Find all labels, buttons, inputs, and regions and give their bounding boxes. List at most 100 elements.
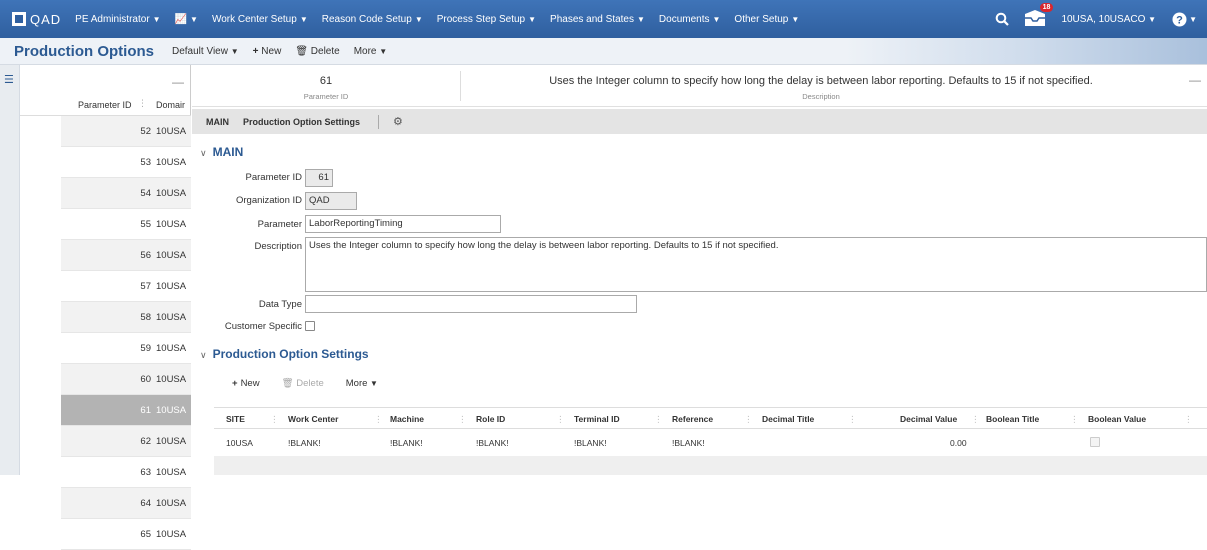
column-header-parameter-id[interactable]: Parameter ID	[78, 100, 132, 110]
more-menu[interactable]: More ▼	[354, 46, 388, 57]
menu-other-setup[interactable]: Other Setup ▼	[734, 14, 799, 25]
settings-delete-button[interactable]: 🗑 Delete	[282, 378, 324, 389]
column-header-site[interactable]: SITE	[226, 414, 245, 424]
row-domain: 10USA	[156, 374, 187, 385]
row-parameter-id: 62	[140, 436, 151, 447]
settings-more-menu[interactable]: More ▼	[346, 378, 378, 389]
list-row[interactable]: 57 10USA	[61, 271, 191, 302]
column-menu-icon[interactable]: ⋮	[971, 414, 980, 425]
list-row[interactable]: 59 10USA	[61, 333, 191, 364]
row-domain: 10USA	[156, 219, 187, 230]
search-icon[interactable]	[995, 12, 1010, 26]
column-menu-icon[interactable]: ⋮	[458, 414, 467, 425]
row-parameter-id: 59	[140, 343, 151, 354]
customer-specific-label: Customer Specific	[224, 321, 302, 332]
list-row[interactable]: 55 10USA	[61, 209, 191, 240]
cell-role-id: !BLANK!	[476, 438, 509, 448]
column-header-decimal-title[interactable]: Decimal Title	[762, 414, 814, 424]
list-row[interactable]: 62 10USA	[61, 426, 191, 457]
new-button[interactable]: + New	[253, 46, 282, 57]
column-header-role-id[interactable]: Role ID	[476, 414, 505, 424]
delete-label: Delete	[296, 378, 324, 389]
brand-label: QAD	[30, 11, 62, 27]
qad-logo[interactable]: QAD	[12, 12, 61, 27]
menu-documents[interactable]: Documents ▼	[659, 14, 721, 25]
column-header-domain[interactable]: Domair	[156, 100, 185, 110]
tab-main[interactable]: MAIN	[206, 117, 229, 127]
menu-reason-code-setup[interactable]: Reason Code Setup ▼	[322, 14, 423, 25]
list-row[interactable]: 64 10USA	[61, 488, 191, 519]
collapse-icon[interactable]: —	[172, 75, 184, 89]
delete-button[interactable]: 🗑 Delete	[295, 46, 339, 57]
column-header-terminal-id[interactable]: Terminal ID	[574, 414, 620, 424]
detail-panel: 61 Parameter ID Uses the Integer column …	[192, 65, 1207, 475]
help-menu[interactable]: ? ▼	[1172, 12, 1197, 27]
main-section-header[interactable]: ∨ MAIN	[200, 145, 243, 159]
table-row[interactable]: 10USA !BLANK! !BLANK! !BLANK! !BLANK! !B…	[214, 429, 1207, 456]
column-menu-icon[interactable]: ⋮	[1070, 414, 1079, 425]
page-toolbar: Production Options Default View ▼ + New …	[0, 38, 1207, 65]
column-menu-icon[interactable]: ⋮	[556, 414, 565, 425]
list-row[interactable]: 65 10USA	[61, 519, 191, 550]
column-header-boolean-value[interactable]: Boolean Value	[1088, 414, 1146, 424]
list-row[interactable]: 63 10USA	[61, 457, 191, 488]
column-header-reference[interactable]: Reference	[672, 414, 713, 424]
tab-production-option-settings[interactable]: Production Option Settings	[243, 117, 360, 127]
section-title: MAIN	[212, 145, 244, 159]
view-selector[interactable]: Default View ▼	[172, 46, 239, 57]
column-menu-icon[interactable]: ⋮	[374, 414, 383, 425]
cell-reference: !BLANK!	[672, 438, 705, 448]
caret-down-icon: ▼	[299, 14, 308, 24]
list-row[interactable]: 52 10USA	[61, 116, 191, 147]
menu-work-center-setup[interactable]: Work Center Setup ▼	[212, 14, 308, 25]
domain-selector[interactable]: 10USA, 10USACO ▼	[1061, 14, 1156, 25]
column-menu-icon[interactable]: ⋮	[654, 414, 663, 425]
list-row[interactable]: 54 10USA	[61, 178, 191, 209]
cell-work-center: !BLANK!	[288, 438, 321, 448]
charts-menu[interactable]: 📈 ▼	[175, 14, 198, 25]
settings-section-header[interactable]: ∨ Production Option Settings	[200, 347, 369, 361]
settings-new-button[interactable]: + New	[232, 378, 260, 389]
more-label: More	[345, 378, 368, 389]
parameter-label: Parameter	[257, 219, 302, 230]
row-domain: 10USA	[156, 498, 187, 509]
list-row[interactable]: 56 10USA	[61, 240, 191, 271]
menu-label: Process Step Setup	[436, 13, 526, 25]
column-menu-icon[interactable]: ⋮	[1184, 414, 1193, 425]
row-domain: 10USA	[156, 405, 187, 416]
column-menu-icon[interactable]: ⋮	[744, 414, 753, 425]
column-header-machine[interactable]: Machine	[390, 414, 424, 424]
grid-header: SITE ⋮ Work Center ⋮ Machine ⋮ Role ID ⋮…	[214, 407, 1207, 429]
more-label: More	[353, 45, 377, 57]
column-header-boolean-title[interactable]: Boolean Title	[986, 414, 1039, 424]
menu-phases-and-states[interactable]: Phases and States ▼	[550, 14, 645, 25]
gear-icon[interactable]: ⚙	[393, 115, 403, 128]
column-header-decimal-value[interactable]: Decimal Value	[900, 414, 957, 424]
collapse-summary-icon[interactable]: —	[1189, 73, 1201, 87]
trash-icon: 🗑	[281, 378, 294, 389]
notifications-button[interactable]: 18	[1023, 3, 1054, 30]
customer-specific-checkbox[interactable]	[305, 321, 315, 331]
list-row[interactable]: 53 10USA	[61, 147, 191, 178]
column-menu-icon[interactable]: ⋮	[270, 414, 279, 425]
caret-down-icon: ▼	[712, 14, 721, 24]
column-menu-icon[interactable]: ⋮	[138, 98, 147, 109]
menu-process-step-setup[interactable]: Process Step Setup ▼	[437, 14, 536, 25]
list-row[interactable]: 60 10USA	[61, 364, 191, 395]
data-type-field[interactable]	[305, 295, 637, 313]
column-menu-icon[interactable]: ⋮	[848, 414, 857, 425]
list-row-selected[interactable]: 61 10USA	[61, 395, 191, 426]
column-header-work-center[interactable]: Work Center	[288, 414, 338, 424]
row-domain: 10USA	[156, 250, 187, 261]
cell-boolean-value-checkbox[interactable]	[1090, 437, 1100, 447]
list-view-icon[interactable]: ☰	[4, 75, 16, 86]
view-label: Default View	[172, 45, 228, 57]
list-rows: 52 10USA 53 10USA 54 10USA 55 10USA 56 10USA …	[61, 116, 191, 550]
role-menu[interactable]: PE Administrator ▼	[75, 14, 160, 25]
list-row[interactable]: 58 10USA	[61, 302, 191, 333]
row-domain: 10USA	[156, 126, 187, 137]
description-text: Uses the Integer column to specify how l…	[309, 240, 779, 251]
parameter-field[interactable]: LaborReportingTiming	[305, 215, 501, 233]
description-field[interactable]: Uses the Integer column to specify how l…	[305, 237, 1207, 292]
row-domain: 10USA	[156, 436, 187, 447]
